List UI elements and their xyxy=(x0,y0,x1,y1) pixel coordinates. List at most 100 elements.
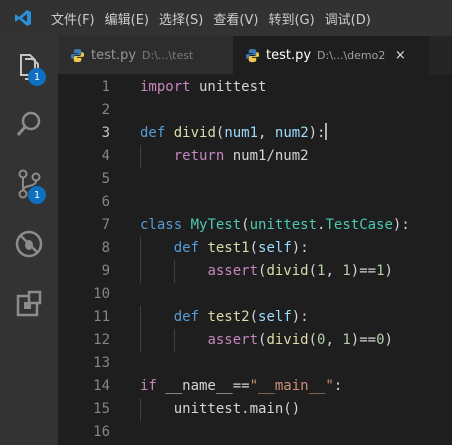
menu-view[interactable]: 查看(V) xyxy=(208,0,263,36)
code-text: def test1(self): xyxy=(140,237,309,260)
code-token: class xyxy=(140,217,183,233)
code-line[interactable]: 15 unittest.main() xyxy=(58,398,452,421)
code-line[interactable]: 6 xyxy=(58,191,452,214)
code-token: test1 xyxy=(207,240,250,256)
extensions-icon xyxy=(16,290,42,317)
code-text: class MyTest(unittest.TestCase): xyxy=(140,214,410,237)
line-number: 3 xyxy=(101,125,110,141)
debug-icon xyxy=(15,230,43,258)
menu-file[interactable]: 文件(F) xyxy=(46,0,100,36)
code-token: if xyxy=(140,378,157,394)
code-token: self xyxy=(258,240,292,256)
line-number: 15 xyxy=(93,401,110,417)
code-line[interactable]: 9 assert(divid(1, 1)==1) xyxy=(58,260,452,283)
code-token: num1 xyxy=(224,125,259,141)
extensions-button[interactable] xyxy=(0,276,58,332)
line-number: 11 xyxy=(93,309,110,325)
code-token: , xyxy=(258,125,275,141)
tab-test-py-demo2[interactable]: test.py D:\...\demo2 × xyxy=(233,36,429,74)
search-button[interactable] xyxy=(0,96,58,152)
code-text: return num1/num2 xyxy=(140,145,309,168)
code-token: divid xyxy=(266,332,309,348)
code-token: unittest xyxy=(249,217,318,233)
text-cursor xyxy=(325,123,328,140)
activity-bar: 1 1 xyxy=(0,36,58,445)
code-token: MyTest xyxy=(190,217,242,233)
code-line[interactable]: 1 import unittest xyxy=(58,76,452,99)
title-bar: 文件(F) 编辑(E) 选择(S) 查看(V) 转到(G) 调试(D) xyxy=(0,0,452,36)
menu-bar: 文件(F) 编辑(E) 选择(S) 查看(V) 转到(G) 调试(D) xyxy=(46,0,376,36)
code-token: )== xyxy=(350,263,377,279)
code-line[interactable]: 10 xyxy=(58,283,452,306)
python-icon xyxy=(70,48,85,62)
menu-selection[interactable]: 选择(S) xyxy=(154,0,208,36)
code-line[interactable]: 7 class MyTest(unittest.TestCase): xyxy=(58,214,452,237)
line-number: 7 xyxy=(101,217,110,233)
code-token: divid xyxy=(266,263,309,279)
code-text: assert(divid(1, 1)==1) xyxy=(140,260,393,283)
line-number: 1 xyxy=(101,79,110,95)
code-token: , xyxy=(325,263,343,279)
line-number: 13 xyxy=(93,355,110,371)
code-token: return xyxy=(173,148,225,164)
code-token: , xyxy=(325,332,343,348)
code-text: import unittest xyxy=(140,76,266,99)
source-control-button[interactable]: 1 xyxy=(0,156,58,212)
code-line[interactable]: 11 def test2(self): xyxy=(58,306,452,329)
code-token: )== xyxy=(350,332,377,348)
code-line[interactable]: 4 return num1/num2 xyxy=(58,145,452,168)
code-editor[interactable]: 1 import unittest 2 3 def divid(num1, num2):… xyxy=(58,74,452,445)
code-token: 1 xyxy=(376,263,385,279)
tab-filename: test.py xyxy=(91,47,137,63)
code-token: ( xyxy=(308,263,318,279)
line-number: 10 xyxy=(93,286,110,302)
code-token: def xyxy=(173,240,200,256)
code-token: ) xyxy=(384,332,393,348)
menu-go[interactable]: 转到(G) xyxy=(263,0,319,36)
code-line[interactable]: 5 xyxy=(58,168,452,191)
code-line[interactable]: 3 def divid(num1, num2): xyxy=(58,122,452,145)
code-token: import xyxy=(140,79,191,95)
code-token: ( xyxy=(249,240,259,256)
line-number: 2 xyxy=(101,102,110,118)
code-token: ) xyxy=(384,263,393,279)
code-text: def divid(num1, num2): xyxy=(140,122,328,145)
code-token: assert xyxy=(207,332,259,348)
code-line[interactable]: 8 def test1(self): xyxy=(58,237,452,260)
debug-button[interactable] xyxy=(0,216,58,272)
code-token: test2 xyxy=(207,309,250,325)
tab-test-py-test[interactable]: test.py D:\...\test xyxy=(58,36,233,74)
code-token: 1 xyxy=(342,332,351,348)
menu-debug[interactable]: 调试(D) xyxy=(320,0,376,36)
code-text: unittest.main() xyxy=(140,398,300,421)
line-number: 9 xyxy=(101,263,110,279)
line-number: 14 xyxy=(93,378,110,394)
menu-edit[interactable]: 编辑(E) xyxy=(100,0,154,36)
code-token: unittest.main() xyxy=(140,401,301,417)
source-control-badge: 1 xyxy=(28,186,46,204)
tab-filepath: D:\...\demo2 xyxy=(317,48,386,62)
code-line[interactable]: 12 assert(divid(0, 1)==0) xyxy=(58,329,452,352)
code-token: ): xyxy=(291,240,309,256)
code-token: TestCase xyxy=(325,217,393,233)
code-token: ( xyxy=(249,309,259,325)
line-number: 8 xyxy=(101,240,110,256)
code-token: ( xyxy=(241,217,250,233)
code-token: def xyxy=(140,125,166,141)
code-line[interactable]: 14 if __name__=="__main__": xyxy=(58,375,452,398)
explorer-button[interactable]: 1 xyxy=(0,38,58,94)
code-token: num2 xyxy=(274,125,309,141)
code-token: ): xyxy=(392,217,410,233)
code-token: __name__== xyxy=(156,378,250,394)
code-line[interactable]: 16 xyxy=(58,421,452,444)
code-line[interactable]: 2 xyxy=(58,99,452,122)
code-token: self xyxy=(258,309,292,325)
tab-filename: test.py xyxy=(266,47,312,63)
code-line[interactable]: 13 xyxy=(58,352,452,375)
close-icon[interactable]: × xyxy=(393,48,407,63)
